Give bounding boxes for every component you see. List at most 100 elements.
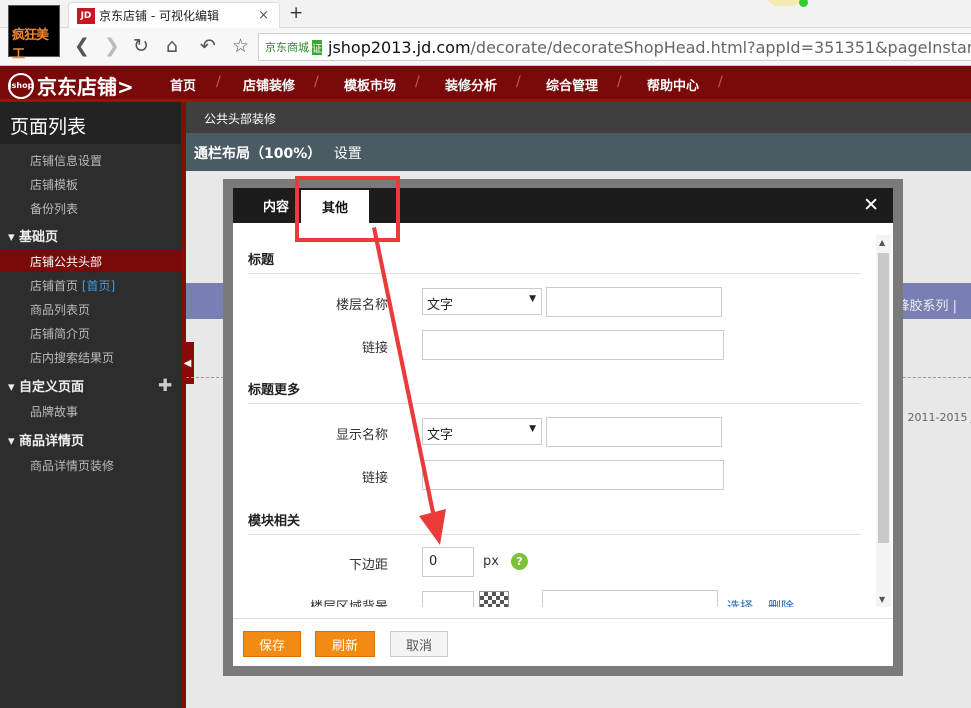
jshop-icon: Jshop [8,72,34,99]
sidebar-item-home[interactable]: 店铺首页 [首页] [0,274,181,296]
url-path: /decorate/decorateShopHead.html?appId=35… [470,37,971,57]
add-page-icon[interactable]: ✚ [158,376,172,396]
section-title-more-heading: 标题更多 [248,379,861,404]
new-tab-button[interactable]: + [289,3,303,23]
extension-logo[interactable]: 疯狂美工 [8,5,60,62]
reload-icon[interactable]: ↻ [133,35,149,57]
dialog-scrollbar[interactable]: ▲ ▼ [876,235,891,607]
link-input[interactable] [422,330,724,360]
nav-management[interactable]: 综合管理 [546,75,598,94]
tab-close-icon[interactable]: × [258,8,269,23]
sidebar-item-product-list[interactable]: 商品列表页 [0,298,181,320]
page-list-sidebar: 页面列表 店铺信息设置 店铺模板 备份列表 ▾ 基础页 店铺公共头部 店铺首页 … [0,102,181,708]
chevron-down-icon: ▼ [529,424,536,434]
display-name-type-select[interactable]: 文字 ▼ [422,418,542,445]
browser-tab[interactable]: JD 京东店铺 - 可视化编辑 × [68,2,280,28]
site-label: 京东商城 [265,41,309,54]
nav-home[interactable]: 首页 [170,75,196,94]
home-link[interactable]: [首页] [82,279,115,293]
floor-name-input[interactable] [546,287,722,317]
status-dot-icon [799,0,808,7]
address-bar[interactable]: 京东商城 证 jshop2013.jd.com /decorate/decora… [258,33,971,61]
nav-separator: / [216,74,221,90]
browser-tab-bar: JD 京东店铺 - 可视化编辑 × + [0,0,971,28]
help-icon[interactable]: ? [511,553,528,570]
dialog-body: 标题 楼层名称 文字 ▼ 链接 标题更多 显示名称 文字 ▼ 链接 模块相关 下边距… [233,223,893,607]
floor-bg-color-input[interactable] [422,591,474,607]
nav-decorate[interactable]: 店铺装修 [243,75,295,94]
certificate-icon[interactable]: 证 [312,39,322,55]
breadcrumb: 公共头部装修 [186,102,971,133]
layout-bar: 通栏布局（100%） 设置 [186,133,971,171]
chevron-down-icon: ▼ [529,294,536,304]
copyright-text: © 2011-2015 JS [893,411,971,424]
jd-top-nav: Jshop 京东店铺> 首页 / 店铺装修 / 模板市场 / 装修分析 / 综合… [0,66,971,102]
sidebar-item-shop-info[interactable]: 店铺信息设置 [0,149,181,171]
floor-name-type-select[interactable]: 文字 ▼ [422,288,542,315]
floor-bg-label: 楼层区域背景 [288,596,388,607]
sidebar-edge [181,102,186,708]
display-name-label: 显示名称 [335,428,388,443]
link-label: 链接 [361,341,388,356]
bookmark-star-icon[interactable]: ☆ [232,35,249,57]
nav-separator: / [718,74,723,90]
jd-logo-text: 京东店铺> [37,75,134,99]
undo-icon[interactable]: ↶ [200,35,216,57]
url-host: jshop2013.jd.com [328,37,471,57]
layout-title: 通栏布局（100%） [194,146,322,162]
forward-icon[interactable]: ❯ [104,35,120,57]
close-icon[interactable]: ✕ [863,194,879,216]
annotation-highlight-box [295,176,400,242]
module-settings-dialog: 内容 其他 ✕ 标题 楼层名称 文字 ▼ 链接 标题更多 显示名称 文字 ▼ 链接 … [233,188,893,666]
sidebar-item-detail-decorate[interactable]: 商品详情页装修 [0,454,181,476]
display-name-input[interactable] [546,417,722,447]
margin-bottom-label: 下边距 [348,558,388,573]
select-bg-link[interactable]: 选择 [727,596,753,607]
back-icon[interactable]: ❮ [74,35,90,57]
nav-separator: / [516,74,521,90]
sidebar-item-shop-intro[interactable]: 店铺简介页 [0,322,181,344]
delete-bg-link[interactable]: 删除 [768,596,794,607]
more-link-label: 链接 [361,471,388,486]
sidebar-item-label: 店铺首页 [30,279,79,293]
sidebar-item-backup-list[interactable]: 备份列表 [0,197,181,219]
sidebar-item-brand-story[interactable]: 品牌故事 [0,400,181,422]
transparent-swatch-icon[interactable] [479,591,509,607]
more-link-input[interactable] [422,460,724,490]
sidebar-item-search-results[interactable]: 店内搜索结果页 [0,346,181,368]
scroll-up-icon[interactable]: ▲ [879,238,885,247]
section-title-heading: 标题 [248,249,861,274]
nav-separator: / [314,74,319,90]
layout-settings-link[interactable]: 设置 [334,146,362,162]
save-button[interactable]: 保存 [243,631,301,657]
jd-shop-logo[interactable]: Jshop 京东店铺> [8,71,134,100]
home-icon[interactable]: ⌂ [166,35,178,57]
jd-favicon-icon: JD [77,7,95,24]
sidebar-title: 页面列表 [0,102,181,144]
select-value: 文字 [427,428,454,443]
nav-separator: / [415,74,420,90]
sidebar-item-shop-template[interactable]: 店铺模板 [0,173,181,195]
nav-help[interactable]: 帮助中心 [647,75,699,94]
sidebar-section-basic[interactable]: ▾ 基础页 [0,223,181,247]
floor-name-label: 楼层名称 [335,298,388,313]
dialog-footer: 保存 刷新 取消 [233,618,893,666]
scroll-thumb[interactable] [878,253,889,543]
refresh-button[interactable]: 刷新 [315,631,375,657]
nav-separator: / [617,74,622,90]
floor-bg-image-input[interactable] [542,590,718,607]
sidebar-item-public-header[interactable]: 店铺公共头部 [0,250,181,272]
browser-toolbar: ❮ ❯ ↻ ⌂ ↶ ☆ 京东商城 证 jshop2013.jd.com /dec… [0,28,971,66]
logo-text: 疯狂美工 [12,28,49,62]
nav-analytics[interactable]: 装修分析 [445,75,497,94]
sidebar-section-detail[interactable]: ▾ 商品详情页 [0,427,181,451]
sidebar-section-custom[interactable]: ▾ 自定义页面 [0,373,181,397]
margin-unit: px [483,554,499,569]
margin-bottom-input[interactable]: 0 [422,547,474,577]
tab-title: 京东店铺 - 可视化编辑 [99,9,219,23]
nav-template-market[interactable]: 模板市场 [344,75,396,94]
cancel-button[interactable]: 取消 [390,631,448,657]
scroll-down-icon[interactable]: ▼ [879,595,885,604]
select-value: 文字 [427,298,454,313]
section-module-heading: 模块相关 [248,510,861,535]
